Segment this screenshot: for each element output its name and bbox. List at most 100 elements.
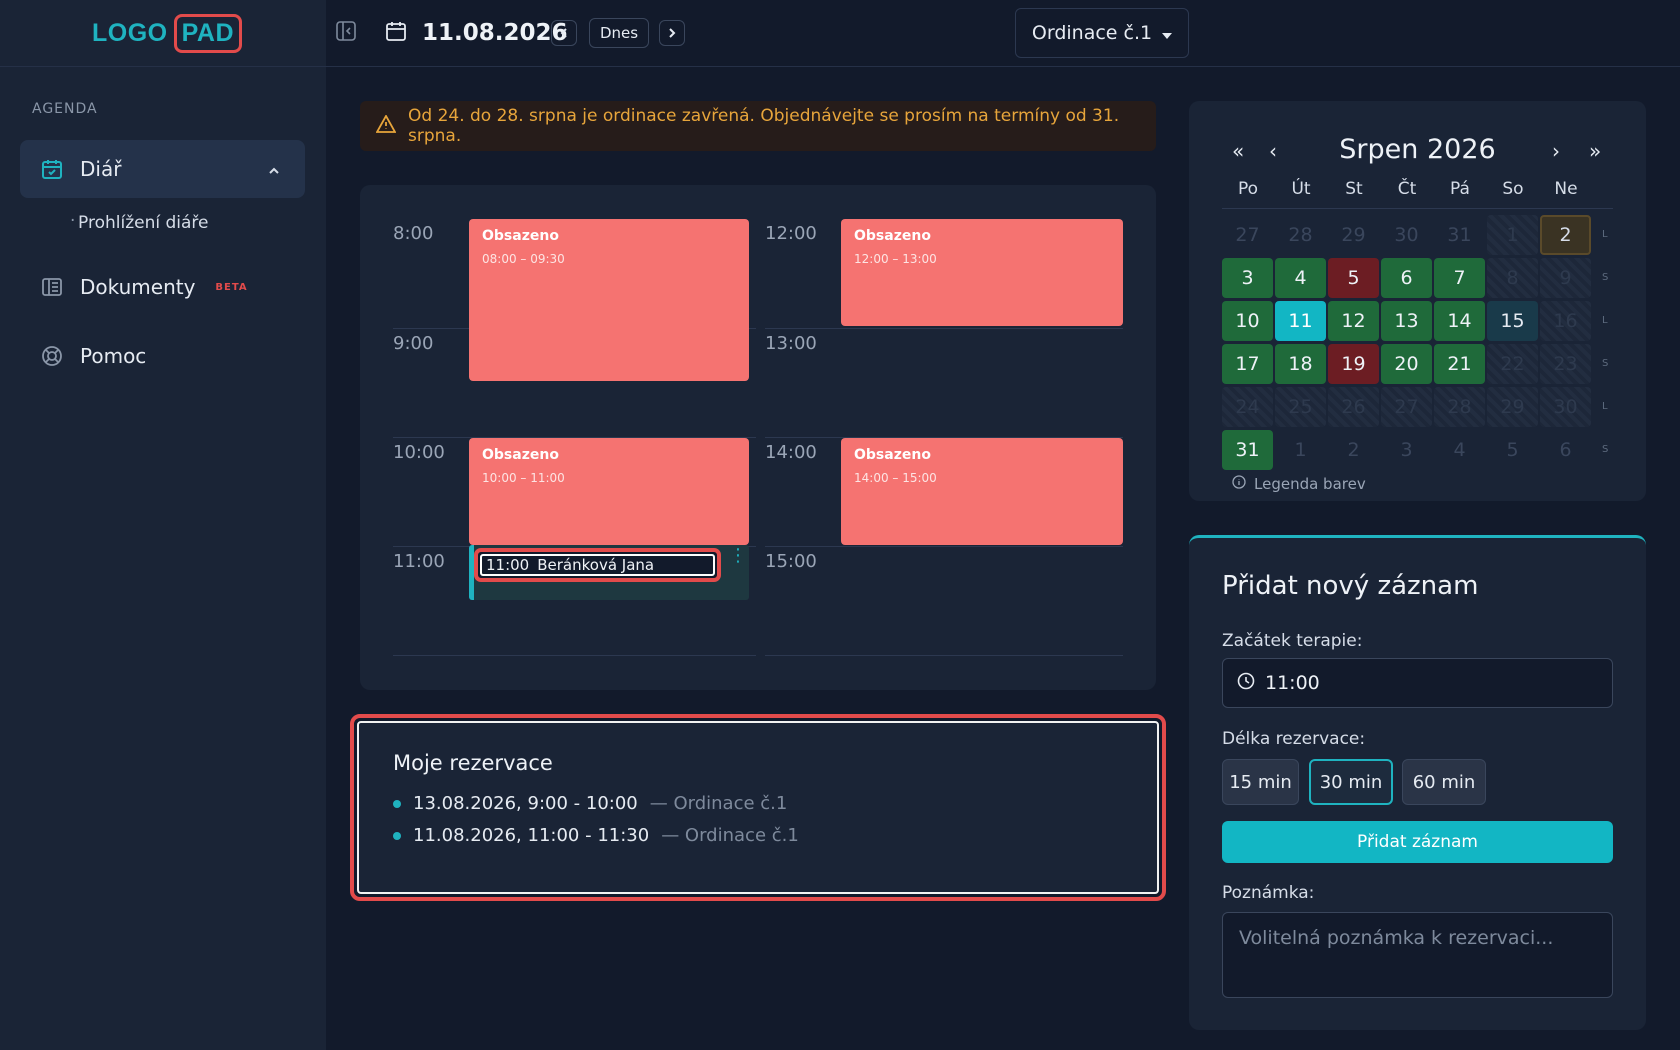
sidebar-item-dokumenty[interactable]: Dokumenty BETA — [20, 258, 305, 316]
weekday-label: Čt — [1397, 179, 1417, 199]
date-picker[interactable]: 11.08.2026 — [384, 12, 568, 54]
calendar-day-mute: 30 — [1394, 224, 1419, 246]
weekday-label: Pá — [1450, 179, 1470, 199]
calendar-day-green[interactable]: 18 — [1275, 344, 1326, 384]
calendar-day-green[interactable]: 12 — [1328, 301, 1379, 341]
duration-15-button[interactable]: 15 min — [1222, 759, 1299, 805]
sidebar-subitem-prohlizeni[interactable]: Prohlížení diáře — [70, 211, 209, 233]
note-textarea[interactable]: Volitelná poznámka k rezervaci... — [1222, 912, 1613, 998]
calendar-day-stripe: 16 — [1540, 301, 1591, 341]
calendar-day-green[interactable]: 6 — [1381, 258, 1432, 298]
reservation-where: — Ordinace č.1 — [661, 825, 799, 846]
calendar-day-mute: 31 — [1447, 224, 1472, 246]
sidebar-toggle-icon — [335, 20, 357, 46]
note-label: Poznámka: — [1222, 883, 1315, 903]
new-record-form: Přidat nový záznam Začátek terapie: 11:0… — [1189, 535, 1646, 1030]
office-select[interactable]: Ordinace č.1 — [1015, 8, 1189, 58]
sidebar-item-diar[interactable]: Diář — [20, 140, 305, 198]
weekday-label: Út — [1291, 179, 1311, 199]
bullet-icon — [393, 831, 401, 840]
hour-divider — [393, 655, 756, 656]
calendar-day-stripe: 23 — [1540, 344, 1591, 384]
duration-30-button[interactable]: 30 min — [1309, 759, 1393, 805]
calendar-day-red[interactable]: 5 — [1328, 258, 1379, 298]
day-schedule: 8:00 9:00 10:00 11:00 12:00 13:00 14:00 … — [360, 185, 1156, 690]
calendar-day-red[interactable]: 19 — [1328, 344, 1379, 384]
legend-label: Legenda barev — [1254, 475, 1366, 493]
calendar-day-mute: 3 — [1400, 439, 1413, 461]
calendar-day-green[interactable]: 4 — [1275, 258, 1326, 298]
calendar-day-green[interactable]: 13 — [1381, 301, 1432, 341]
next-month-button[interactable]: › — [1552, 139, 1560, 163]
time-label: 14:00 — [765, 442, 817, 463]
booked-slot[interactable]: Obsazeno 14:00 – 15:00 — [841, 438, 1123, 545]
next-day-button[interactable] — [659, 20, 685, 46]
lifebuoy-icon — [40, 344, 64, 368]
hour-divider — [765, 655, 1123, 656]
current-date: 11.08.2026 — [422, 20, 568, 46]
color-legend-link[interactable]: Legenda barev — [1232, 475, 1366, 493]
calendar-day-stripe: 30 — [1540, 387, 1591, 427]
chevron-up-icon[interactable] — [267, 159, 281, 183]
prev-day-wrap — [551, 12, 577, 54]
my-reservations-highlight: Moje rezervace 13.08.2026, 9:00 - 10:00 … — [350, 714, 1166, 901]
booked-slot[interactable]: Obsazeno 08:00 – 09:30 — [469, 219, 749, 381]
calendar-day-mute: 2 — [1347, 439, 1360, 461]
calendar-day-green[interactable]: 10 — [1222, 301, 1273, 341]
calendar-divider — [1222, 208, 1613, 209]
reservation-when: 11.08.2026, 11:00 - 11:30 — [413, 825, 650, 846]
my-appointment-label[interactable]: 11:00 Beránková Jana — [474, 548, 721, 582]
sidebar-item-pomoc[interactable]: Pomoc — [20, 327, 305, 385]
calendar-day-mute: 4 — [1453, 439, 1466, 461]
booked-title: Obsazeno — [482, 228, 559, 244]
calendar-day-stripe: 29 — [1487, 387, 1538, 427]
month-calendar: « ‹ Srpen 2026 › » Legenda barev Po Út St Č… — [1189, 101, 1646, 501]
calendar-day-mute: 27 — [1235, 224, 1260, 246]
prev-day-button[interactable] — [551, 20, 577, 46]
hour-divider — [765, 546, 1123, 547]
calendar-day-stripe: 9 — [1540, 258, 1591, 298]
booked-range: 14:00 – 15:00 — [854, 471, 937, 485]
calendar-day-today[interactable]: 11 — [1275, 301, 1326, 341]
appointment-name: Beránková Jana — [537, 556, 655, 574]
today-button[interactable]: Dnes — [589, 18, 650, 48]
calendar-day-green[interactable]: 20 — [1381, 344, 1432, 384]
week-parity-label: L — [1602, 401, 1608, 412]
start-time-input[interactable]: 11:00 — [1222, 658, 1613, 708]
calendar-day-green[interactable]: 17 — [1222, 344, 1273, 384]
calendar-day-mute: 1 — [1294, 439, 1307, 461]
week-parity-label: S — [1602, 444, 1609, 455]
booked-slot[interactable]: Obsazeno 10:00 – 11:00 — [469, 438, 749, 545]
more-options-icon[interactable]: ⋮ — [729, 547, 747, 565]
start-label: Začátek terapie: — [1222, 631, 1363, 651]
calendar-day-green[interactable]: 14 — [1434, 301, 1485, 341]
calendar-day-green[interactable]: 7 — [1434, 258, 1485, 298]
alert-text: Od 24. do 28. srpna je ordinace zavřená.… — [408, 106, 1120, 146]
booked-range: 08:00 – 09:30 — [482, 252, 565, 266]
start-time-value: 11:00 — [1265, 672, 1320, 694]
logo[interactable]: LOGO PAD — [92, 13, 243, 53]
calendar-day-sel[interactable]: 2 — [1540, 215, 1591, 255]
calendar-day-green[interactable]: 21 — [1434, 344, 1485, 384]
calendar-day-stripe: 8 — [1487, 258, 1538, 298]
sidebar-item-label: Diář — [80, 157, 122, 181]
collapse-sidebar-button[interactable] — [335, 12, 357, 54]
logo-box-text: PAD — [173, 13, 243, 53]
calendar-day-stripe: 28 — [1434, 387, 1485, 427]
duration-60-button[interactable]: 60 min — [1402, 759, 1486, 805]
calendar-day-mute: 6 — [1559, 439, 1572, 461]
add-record-button[interactable]: Přidat záznam — [1222, 821, 1613, 863]
calendar-day-stripe: 1 — [1487, 215, 1538, 255]
weekday-label: St — [1345, 179, 1363, 199]
next-year-button[interactable]: » — [1589, 139, 1601, 163]
time-label: 11:00 — [393, 551, 445, 572]
reservation-item[interactable]: 11.08.2026, 11:00 - 11:30 — Ordinace č.1 — [393, 825, 1123, 846]
weekday-label: Po — [1237, 179, 1259, 199]
calendar-day-green[interactable]: 3 — [1222, 258, 1273, 298]
calendar-check-icon — [40, 157, 64, 181]
week-parity-label: S — [1602, 272, 1609, 283]
reservation-item[interactable]: 13.08.2026, 9:00 - 10:00 — Ordinace č.1 — [393, 793, 1123, 814]
calendar-day-teal[interactable]: 15 — [1487, 301, 1538, 341]
booked-slot[interactable]: Obsazeno 12:00 – 13:00 — [841, 219, 1123, 326]
calendar-day-green[interactable]: 31 — [1222, 430, 1273, 470]
